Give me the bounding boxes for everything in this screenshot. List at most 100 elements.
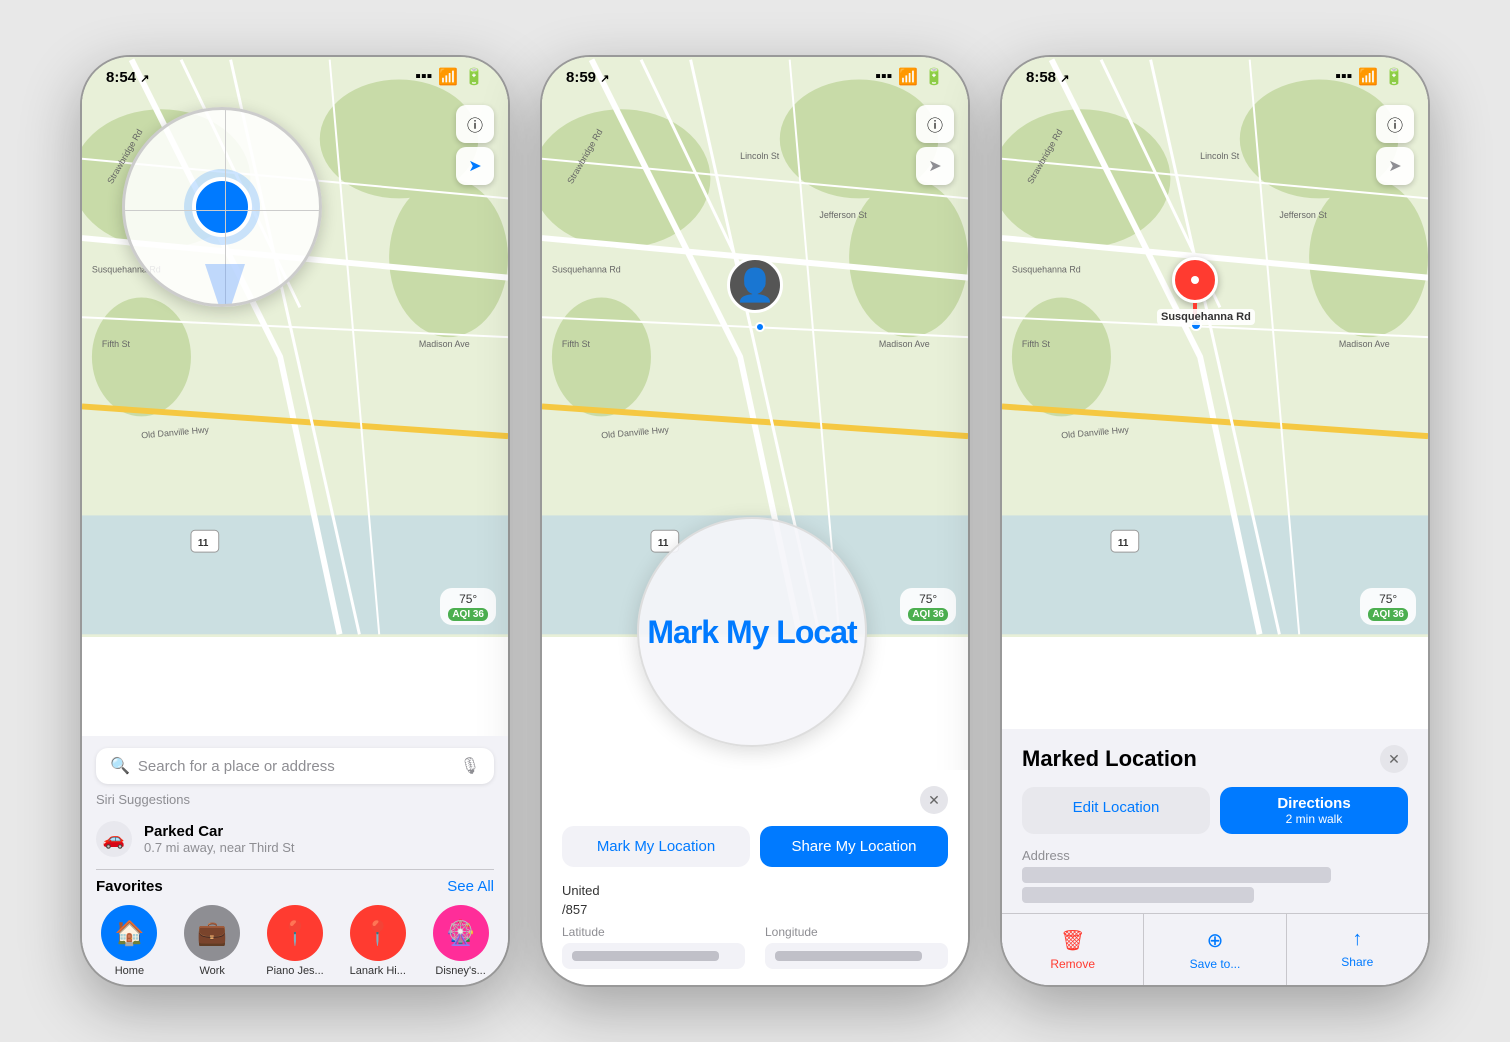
trash-icon: 🗑 bbox=[1060, 928, 1085, 953]
marked-actions: Edit Location Directions 2 min walk bbox=[1022, 787, 1408, 834]
info-button-2[interactable]: ⓘ bbox=[916, 105, 954, 143]
fav-home[interactable]: 🏠 Home bbox=[96, 905, 163, 977]
save-to-button[interactable]: ⊕ Save to... bbox=[1144, 914, 1286, 985]
battery-icon-3: 🔋 bbox=[1384, 67, 1404, 87]
fav-piano[interactable]: 📍 Piano Jes... bbox=[262, 905, 329, 977]
share-location-button[interactable]: Share My Location bbox=[760, 826, 948, 867]
see-all-button[interactable]: See All bbox=[447, 878, 494, 895]
weather-temp-1: 75° bbox=[459, 592, 477, 606]
status-bar-2: 8:59 ↗ ▪▪▪ 📶 🔋 bbox=[542, 57, 968, 93]
zoom-mark-label: Mark My Locat bbox=[647, 614, 856, 651]
battery-icon-2: 🔋 bbox=[924, 67, 944, 87]
mark-panel: ✕ Mark My Location Share My Location Uni… bbox=[542, 770, 968, 985]
status-icons-1: ▪▪▪ 📶 🔋 bbox=[415, 67, 484, 87]
svg-text:Madison Ave: Madison Ave bbox=[419, 339, 470, 349]
piano-icon: 📍 bbox=[267, 905, 323, 961]
location-button-3[interactable]: ➤ bbox=[1376, 147, 1414, 185]
longitude-label: Longitude bbox=[765, 925, 948, 939]
weather-temp-2: 75° bbox=[919, 592, 937, 606]
svg-text:11: 11 bbox=[198, 538, 209, 549]
phone-2: 8:59 ↗ ▪▪▪ 📶 🔋 Strawbridge Rd Susquehann… bbox=[540, 55, 970, 987]
address-value-2 bbox=[1022, 887, 1254, 903]
fav-work[interactable]: 💼 Work bbox=[179, 905, 246, 977]
phone-1: 8:54 ↗ ▪▪▪ 📶 🔋 Strawbridge Rd bbox=[80, 55, 510, 987]
lanark-icon: 📍 bbox=[350, 905, 406, 961]
search-placeholder: Search for a place or address bbox=[138, 758, 452, 775]
weather-badge-1: 75° AQI 36 bbox=[440, 588, 496, 625]
siri-section: Siri Suggestions 🚗 Parked Car 0.7 mi awa… bbox=[82, 792, 508, 869]
info-button-1[interactable]: ⓘ bbox=[456, 105, 494, 143]
status-time-3: 8:58 ↗ bbox=[1026, 69, 1069, 86]
marked-panel: Marked Location ✕ Edit Location Directio… bbox=[1002, 729, 1428, 903]
share-icon: ↑ bbox=[1352, 928, 1362, 951]
marked-title: Marked Location bbox=[1022, 746, 1197, 772]
coord-row: Latitude Longitude bbox=[562, 925, 948, 969]
svg-text:Susquehanna Rd: Susquehanna Rd bbox=[552, 265, 621, 275]
remove-label: Remove bbox=[1050, 957, 1095, 971]
address-number: /857 bbox=[562, 902, 948, 917]
close-button-2[interactable]: ✕ bbox=[920, 786, 948, 814]
info-button-3[interactable]: ⓘ bbox=[1376, 105, 1414, 143]
pin-center-dot bbox=[1191, 276, 1199, 284]
svg-text:Fifth St: Fifth St bbox=[562, 339, 591, 349]
parked-car-item[interactable]: 🚗 Parked Car 0.7 mi away, near Third St bbox=[96, 815, 494, 863]
favorites-header: Favorites See All bbox=[96, 878, 494, 895]
status-bar-3: 8:58 ↗ ▪▪▪ 📶 🔋 bbox=[1002, 57, 1428, 93]
svg-text:11: 11 bbox=[1118, 538, 1129, 549]
address-value-1 bbox=[1022, 867, 1331, 883]
fav-lanark-label: Lanark Hi... bbox=[350, 965, 406, 977]
svg-text:11: 11 bbox=[658, 538, 669, 549]
address-section: Address bbox=[1022, 848, 1408, 903]
remove-button[interactable]: 🗑 Remove bbox=[1002, 914, 1144, 985]
search-bar[interactable]: 🔍 Search for a place or address 🎙 bbox=[96, 748, 494, 784]
magnifier-1 bbox=[122, 107, 322, 307]
parked-car-distance: 0.7 mi away, near Third St bbox=[144, 840, 295, 855]
wifi-icon-3: 📶 bbox=[1358, 67, 1378, 87]
aqi-badge-1: AQI 36 bbox=[448, 608, 488, 621]
user-location-dot bbox=[755, 322, 765, 332]
weather-badge-3: 75° AQI 36 bbox=[1360, 588, 1416, 625]
mark-actions: Mark My Location Share My Location bbox=[562, 826, 948, 867]
share-button-3[interactable]: ↑ Share bbox=[1287, 914, 1428, 985]
bottom-panel-3: Marked Location ✕ Edit Location Directio… bbox=[1002, 729, 1428, 985]
marked-header: Marked Location ✕ bbox=[1022, 745, 1408, 773]
mark-location-button[interactable]: Mark My Location bbox=[562, 826, 750, 867]
edit-location-button[interactable]: Edit Location bbox=[1022, 787, 1210, 834]
share-label: Share bbox=[1341, 955, 1373, 969]
address-label: Address bbox=[1022, 848, 1408, 863]
signal-icon-2: ▪▪▪ bbox=[875, 68, 892, 86]
fav-lanark[interactable]: 📍 Lanark Hi... bbox=[344, 905, 411, 977]
favorites-section: Favorites See All 🏠 Home 💼 Work 📍 Piano … bbox=[82, 870, 508, 985]
disney-icon: 🎡 bbox=[433, 905, 489, 961]
status-bar-1: 8:54 ↗ ▪▪▪ 📶 🔋 bbox=[82, 57, 508, 93]
aqi-badge-3: AQI 36 bbox=[1368, 608, 1408, 621]
bottom-actions: 🗑 Remove ⊕ Save to... ↑ Share bbox=[1002, 913, 1428, 985]
fav-home-label: Home bbox=[115, 965, 144, 977]
bottom-panel-1: 🔍 Search for a place or address 🎙 Siri S… bbox=[82, 736, 508, 985]
map-3[interactable]: Strawbridge Rd Susquehanna Rd Old Danvil… bbox=[1002, 57, 1428, 637]
location-button-1[interactable]: ➤ bbox=[456, 147, 494, 185]
svg-text:Fifth St: Fifth St bbox=[102, 339, 131, 349]
search-area: 🔍 Search for a place or address 🎙 bbox=[82, 736, 508, 792]
svg-text:Madison Ave: Madison Ave bbox=[879, 339, 930, 349]
latitude-value bbox=[562, 943, 745, 969]
map-controls-1: ⓘ ➤ bbox=[456, 105, 494, 185]
status-time-2: 8:59 ↗ bbox=[566, 69, 609, 86]
mic-icon[interactable]: 🎙 bbox=[460, 756, 480, 776]
directions-button[interactable]: Directions 2 min walk bbox=[1220, 787, 1408, 834]
weather-badge-2: 75° AQI 36 bbox=[900, 588, 956, 625]
blue-location-dot bbox=[192, 177, 252, 237]
location-button-2[interactable]: ➤ bbox=[916, 147, 954, 185]
svg-text:Madison Ave: Madison Ave bbox=[1339, 339, 1390, 349]
fav-disney[interactable]: 🎡 Disney's... bbox=[427, 905, 494, 977]
car-icon: 🚗 bbox=[96, 821, 132, 857]
close-button-3[interactable]: ✕ bbox=[1380, 745, 1408, 773]
fav-piano-label: Piano Jes... bbox=[266, 965, 323, 977]
home-icon: 🏠 bbox=[101, 905, 157, 961]
svg-text:Fifth St: Fifth St bbox=[1022, 339, 1051, 349]
aqi-badge-2: AQI 36 bbox=[908, 608, 948, 621]
pin-location-label: Susquehanna Rd bbox=[1157, 309, 1255, 325]
map-1[interactable]: Strawbridge Rd Susquehanna Rd Old Danvil… bbox=[82, 57, 508, 637]
favorites-list: 🏠 Home 💼 Work 📍 Piano Jes... 📍 Lanark Hi… bbox=[96, 905, 494, 977]
wifi-icon-1: 📶 bbox=[438, 67, 458, 87]
